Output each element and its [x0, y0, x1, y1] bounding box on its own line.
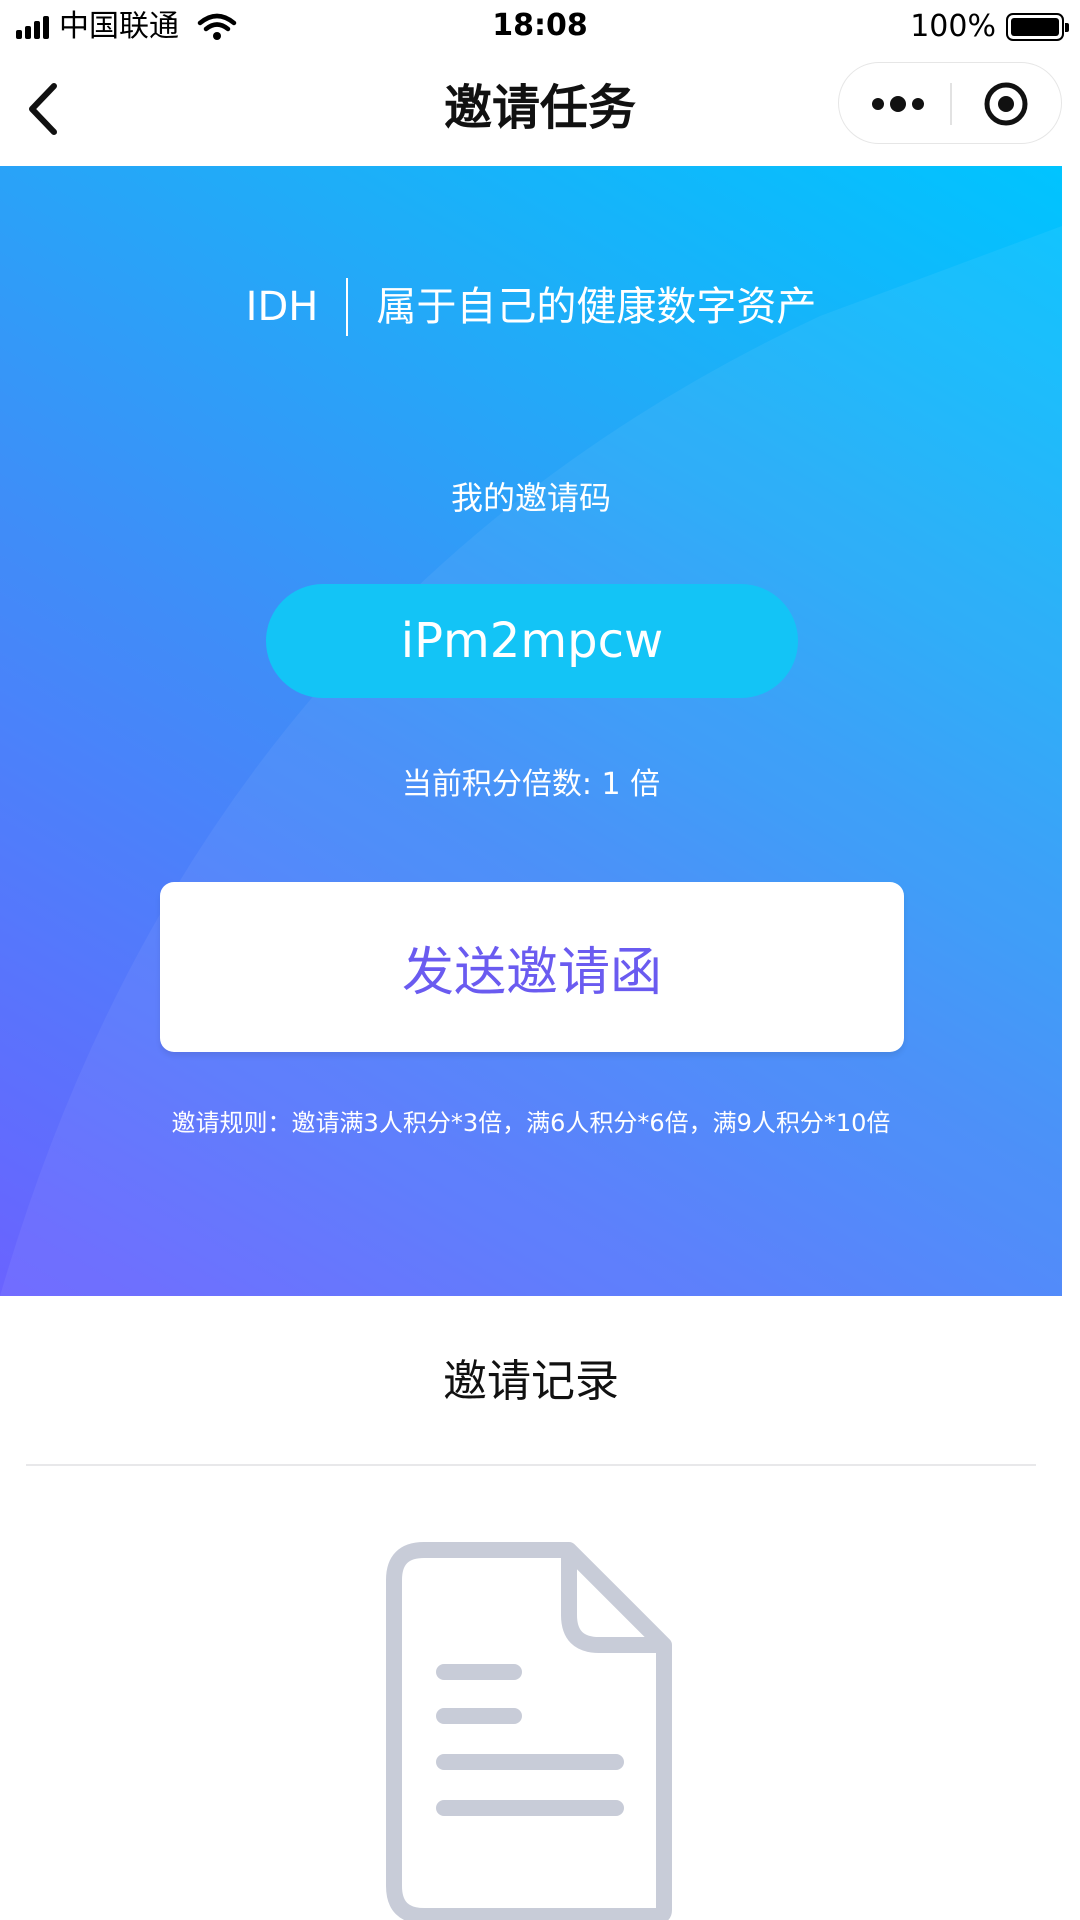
empty-document-icon — [386, 1542, 672, 1920]
battery-percent: 100% — [910, 9, 996, 44]
status-bar-right: 100% — [910, 9, 1069, 44]
mini-program-capsule — [838, 62, 1062, 144]
invite-records-title: 邀请记录 — [443, 1356, 619, 1407]
target-icon[interactable] — [983, 81, 1029, 127]
brand-tagline: IDH 属于自己的健康数字资产 — [0, 278, 1062, 336]
points-multiplier-text: 当前积分倍数: 1 倍 — [401, 767, 661, 802]
records-divider — [26, 1464, 1036, 1466]
battery-icon — [1006, 13, 1069, 41]
invite-code-badge[interactable]: iPm2mpcw — [266, 584, 798, 698]
send-invitation-button[interactable]: 发送邀请函 — [160, 882, 904, 1052]
navigation-bar: 邀请任务 — [0, 54, 1080, 166]
brand-name: IDH — [245, 284, 319, 330]
status-bar: 中国联通 18:08 100% — [0, 0, 1080, 54]
more-dots-icon[interactable] — [869, 93, 927, 115]
capsule-divider — [950, 83, 952, 125]
my-invite-code-label: 我的邀请码 — [450, 479, 611, 517]
invite-rules-text: 邀请规则：邀请满3人积分*3倍，满6人积分*6倍，满9人积分*10倍 — [171, 1109, 891, 1137]
brand-slogan: 属于自己的健康数字资产 — [376, 284, 817, 330]
tagline-separator — [346, 278, 349, 336]
invite-hero-banner: IDH 属于自己的健康数字资产 我的邀请码 iPm2mpcw 当前积分倍数: 1… — [0, 166, 1062, 1296]
